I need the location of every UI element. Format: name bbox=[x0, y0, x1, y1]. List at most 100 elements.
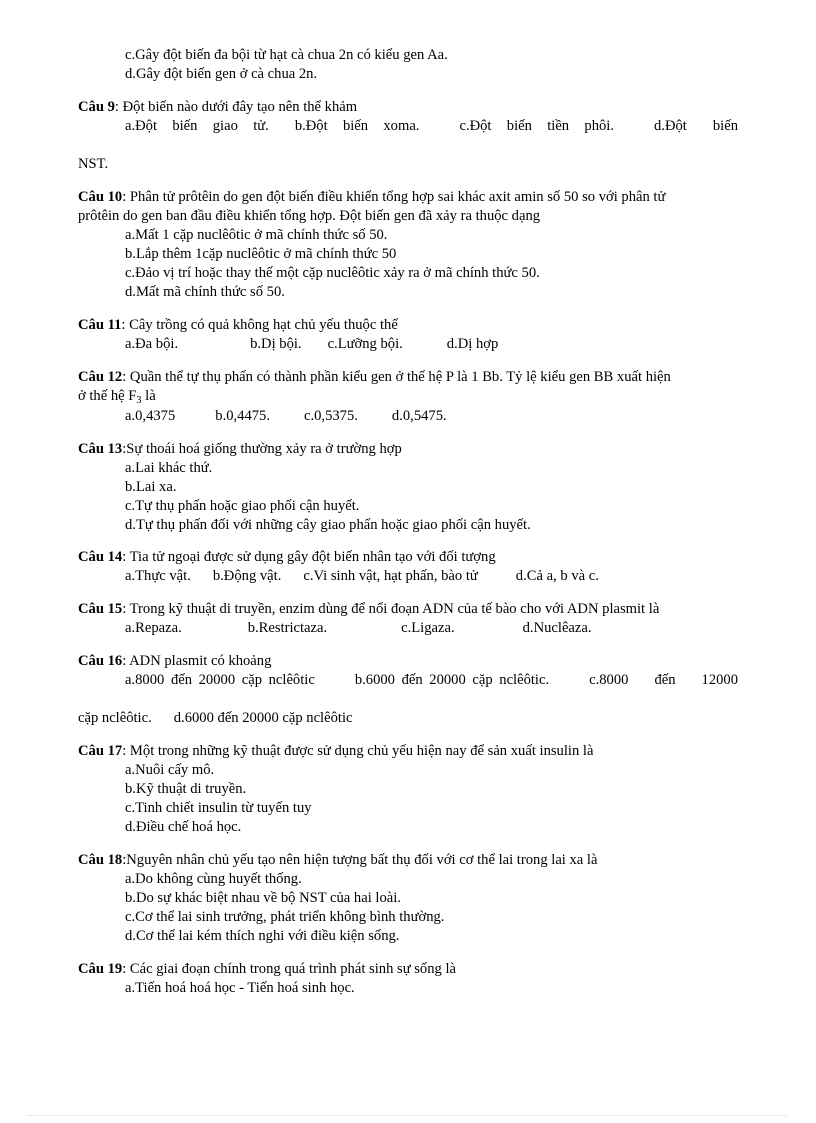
option-d: d.0,5475. bbox=[391, 407, 447, 424]
orphan-options-block: c.Gây đột biến đa bội từ hạt cà chua 2n … bbox=[78, 46, 738, 84]
question-label: Câu 14 bbox=[78, 549, 123, 566]
option-b: b.Động vật. bbox=[212, 568, 282, 585]
option-a: a.0,4375 bbox=[125, 407, 176, 424]
question-block-cau-18: Câu 18:Nguyên nhân chủ yếu tạo nên hiện … bbox=[78, 851, 738, 946]
option-c-mid: đến bbox=[654, 672, 676, 689]
question-block-cau-12: Câu 12: Quần thể tự thụ phấn có thành ph… bbox=[78, 368, 738, 426]
question-stem: Câu 16: ADN plasmit có khoảng bbox=[78, 652, 738, 671]
question-stem: Câu 18:Nguyên nhân chủ yếu tạo nên hiện … bbox=[78, 851, 738, 870]
options-row: a.Repaza. b.Restrictaza. c.Ligaza. d.Nuclêa… bbox=[78, 619, 738, 638]
question-separator: : bbox=[122, 653, 127, 670]
option-a: a.Mất 1 cặp nuclêôtic ở mã chính thức số… bbox=[125, 226, 388, 243]
question-block-cau-9: Câu 9: Đột biến nào dưới đây tạo nên thể… bbox=[78, 98, 738, 174]
option-b: b.Kỹ thuật di truyền. bbox=[125, 781, 247, 798]
option-c: c.0,5375. bbox=[304, 407, 358, 424]
question-separator: : bbox=[122, 960, 127, 977]
question-label: Câu 9 bbox=[78, 98, 115, 115]
option-d: d.Dị hợp bbox=[446, 335, 499, 352]
question-label: Câu 17 bbox=[78, 743, 123, 760]
option-a: a.Tiến hoá hoá học - Tiến hoá sinh học. bbox=[125, 979, 355, 996]
question-text: Sự thoái hoá giống thường xảy ra ở trườn… bbox=[126, 440, 402, 457]
question-stem: Câu 13:Sự thoái hoá giống thường xảy ra … bbox=[78, 440, 738, 459]
option-d: d.Điều chế hoá học. bbox=[125, 819, 242, 836]
stem-cont-prefix: ở thế hệ F bbox=[78, 387, 137, 404]
question-separator: : bbox=[122, 188, 127, 205]
question-label: Câu 11 bbox=[78, 316, 122, 333]
option-a: a.Thực vật. bbox=[125, 568, 191, 585]
option-c: c.Đảo vị trí hoặc thay thế một cặp nuclê… bbox=[125, 264, 540, 281]
question-stem-continuation: ở thế hệ F3 là bbox=[78, 387, 738, 407]
options-row: a.Đột biến giao tử. b.Đột biến xoma. c.Đột… bbox=[78, 117, 738, 155]
option-c-tail: 12000 bbox=[701, 672, 739, 689]
question-label: Câu 12 bbox=[78, 368, 123, 385]
question-stem: Câu 14: Tia tử ngoại được sử dụng gây độ… bbox=[78, 548, 738, 567]
options-row: a.Đa bội. b.Dị bội. c.Lưỡng bội. d.Dị hợp bbox=[78, 335, 738, 354]
question-stem: Câu 9: Đột biến nào dưới đây tạo nên thể… bbox=[78, 98, 738, 117]
question-text: Cây trồng có quả không hạt chủ yếu thuộc… bbox=[129, 316, 398, 333]
option-a: a.Lai khác thứ. bbox=[125, 459, 213, 476]
option-b: b.Do sự khác biệt nhau về bộ NST của hai… bbox=[125, 890, 401, 907]
option-c: c.Tinh chiết insulin từ tuyến tuy bbox=[125, 800, 312, 817]
question-text: Tia tử ngoại được sử dụng gây đột biến n… bbox=[129, 549, 496, 566]
option-c: c.8000 bbox=[589, 672, 629, 689]
question-block-cau-13: Câu 13:Sự thoái hoá giống thường xảy ra … bbox=[78, 440, 738, 535]
question-label: Câu 18 bbox=[78, 852, 123, 869]
option-a: a.Repaza. bbox=[125, 620, 182, 637]
option-c: c.Lưỡng bội. bbox=[327, 335, 403, 352]
document-body: c.Gây đột biến đa bội từ hạt cà chua 2n … bbox=[78, 46, 738, 998]
options-continuation: NST. bbox=[78, 155, 109, 172]
option-c: c.Vi sinh vật, hạt phấn, bào tử bbox=[303, 568, 478, 585]
question-text: Quần thể tự thụ phấn có thành phần kiểu … bbox=[129, 368, 671, 385]
question-label: Câu 19 bbox=[78, 960, 123, 977]
option-b: b.Dị bội. bbox=[250, 335, 302, 352]
option-a: a.Đa bội. bbox=[125, 335, 179, 352]
question-separator: : bbox=[122, 549, 127, 566]
option-a: a.Đột biến giao tử. bbox=[125, 117, 269, 134]
options-continuation: cặp nclêôtic. d.6000 đến 20000 cặp nclêôt… bbox=[78, 709, 738, 728]
question-text: Trong kỹ thuật di truyền, enzim dùng để … bbox=[129, 601, 660, 618]
question-stem: Câu 10: Phân tử prôtêin do gen đột biến … bbox=[78, 188, 738, 207]
question-block-cau-19: Câu 19: Các giai đoạn chính trong quá tr… bbox=[78, 960, 738, 998]
question-label: Câu 13 bbox=[78, 440, 123, 457]
option-d: d.6000 đến 20000 cặp nclêôtic bbox=[173, 710, 353, 727]
option-b: b.6000 đến 20000 cặp nclêôtic. bbox=[354, 672, 550, 689]
question-text: ADN plasmit có khoảng bbox=[129, 653, 272, 670]
question-separator: : bbox=[122, 601, 127, 618]
question-text: Các giai đoạn chính trong quá trình phát… bbox=[129, 960, 457, 977]
question-stem-continuation: prôtêin do gen ban đầu điều khiển tổng h… bbox=[78, 207, 541, 224]
option-d: d.Cơ thể lai kém thích nghi với điều kiệ… bbox=[125, 927, 400, 944]
question-stem: Câu 15: Trong kỹ thuật di truyền, enzim … bbox=[78, 600, 738, 619]
option-b: b.Lắp thêm 1cặp nuclêôtic ở mã chính thứ… bbox=[125, 245, 397, 262]
question-stem: Câu 11: Cây trồng có quả không hạt chủ y… bbox=[78, 316, 738, 335]
option-d: d.Tự thụ phấn đối với những cây giao phấ… bbox=[125, 516, 531, 533]
option-c: c.Cơ thể lai sinh trưởng, phát triển khô… bbox=[125, 908, 445, 925]
question-text: Một trong những kỹ thuật được sử dụng ch… bbox=[129, 743, 594, 760]
option-a: a.Nuôi cấy mô. bbox=[125, 762, 215, 779]
option-c: c.Ligaza. bbox=[401, 620, 455, 637]
question-separator: : bbox=[122, 743, 127, 760]
question-block-cau-10: Câu 10: Phân tử prôtêin do gen đột biến … bbox=[78, 188, 738, 302]
stem-cont-suffix: là bbox=[141, 387, 156, 404]
option-d-tail: biến bbox=[712, 117, 738, 134]
question-block-cau-14: Câu 14: Tia tử ngoại được sử dụng gây độ… bbox=[78, 548, 738, 586]
options-row: a.8000 đến 20000 cặp nclêôtic b.6000 đến … bbox=[78, 671, 738, 709]
option-d: d.Mất mã chính thức số 50. bbox=[125, 283, 285, 300]
question-label: Câu 10 bbox=[78, 188, 123, 205]
options-row: a.0,4375 b.0,4475. c.0,5375. d.0,5475. bbox=[78, 407, 738, 426]
option-c: c.Đột biến tiền phôi. bbox=[459, 117, 615, 134]
question-text: Nguyên nhân chủ yếu tạo nên hiện tượng b… bbox=[126, 852, 598, 869]
option-d: d.Nuclêaza. bbox=[522, 620, 592, 637]
question-block-cau-15: Câu 15: Trong kỹ thuật di truyền, enzim … bbox=[78, 600, 738, 638]
document-page: c.Gây đột biến đa bội từ hạt cà chua 2n … bbox=[0, 0, 816, 1123]
options-row: a.Thực vật. b.Động vật. c.Vi sinh vật, hạt… bbox=[78, 567, 738, 586]
question-separator: : bbox=[114, 98, 119, 115]
question-stem: Câu 12: Quần thể tự thụ phấn có thành ph… bbox=[78, 368, 738, 387]
footer-divider bbox=[28, 1115, 788, 1116]
question-separator: : bbox=[122, 368, 127, 385]
question-label: Câu 16 bbox=[78, 653, 123, 670]
option-c: c.Tự thụ phấn hoặc giao phối cận huyết. bbox=[125, 497, 360, 514]
question-label: Câu 15 bbox=[78, 601, 123, 618]
option-b: b.Đột biến xoma. bbox=[294, 117, 420, 134]
option-d: d.Đột bbox=[654, 117, 687, 134]
question-separator: : bbox=[121, 316, 126, 333]
